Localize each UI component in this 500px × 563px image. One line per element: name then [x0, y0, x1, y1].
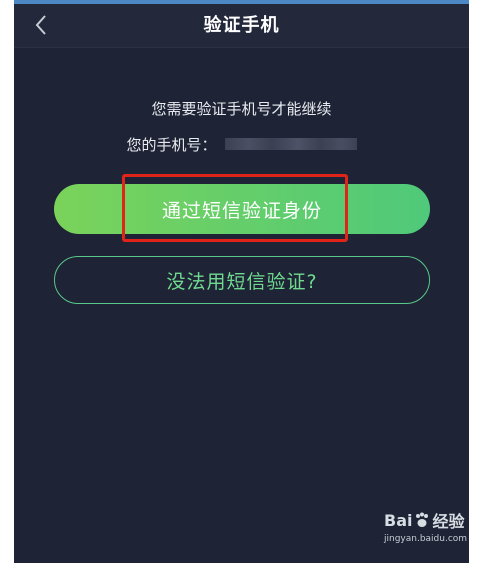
cannot-use-sms-button[interactable]: 没法用短信验证? — [54, 256, 430, 304]
verify-prompt: 您需要验证手机号才能继续 — [151, 100, 332, 118]
watermark-brand-left: Bai — [384, 510, 413, 530]
watermark-url: jingyan.baidu.com — [384, 534, 468, 544]
highlight-annotation — [122, 174, 348, 242]
phone-screen: 验证手机 您需要验证手机号才能继续 您的手机号： 通过短信验证身份 没法用短信验… — [14, 0, 469, 563]
page-title: 验证手机 — [203, 15, 280, 36]
nav-bar: 验证手机 — [14, 4, 469, 48]
baidu-jingyan-watermark: Bai 经验 jingyan.baidu.com — [384, 508, 494, 560]
phone-label: 您的手机号： — [126, 135, 217, 154]
paw-icon — [414, 512, 430, 528]
masked-phone-number — [224, 138, 357, 150]
phone-number-row: 您的手机号： — [14, 134, 469, 154]
watermark-brand-right: 经验 — [432, 512, 465, 531]
